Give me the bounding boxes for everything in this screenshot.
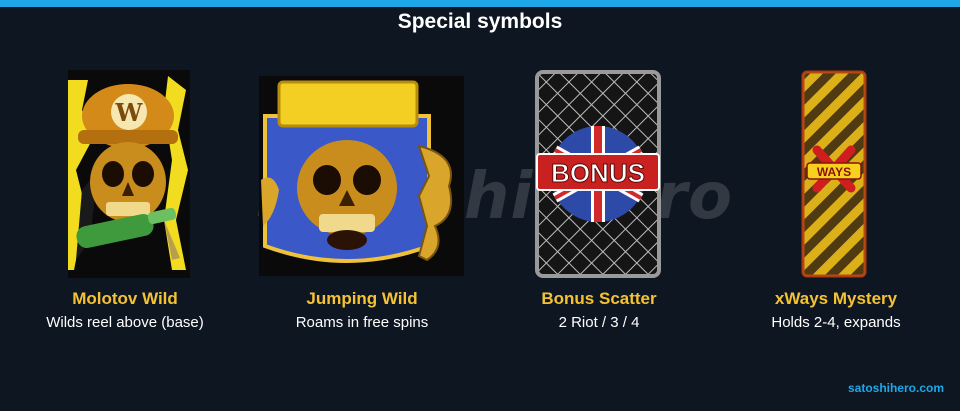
symbol-description: Roams in free spins — [295, 314, 429, 331]
page-title: Special symbols — [397, 10, 563, 33]
symbol-card-jumping-wild: Jumping Wild Roams in free spins — [242, 70, 482, 331]
symbol-description: Holds 2-4, expands — [771, 314, 901, 331]
bonus-scatter-symbol-image: BONUS — [535, 70, 661, 278]
symbol-name: Jumping Wild — [306, 289, 418, 308]
site-link[interactable]: satoshihero.com — [848, 381, 944, 395]
bonus-badge-text: BONUS — [551, 158, 645, 188]
xways-mystery-symbol-image: WAYS — [801, 70, 867, 278]
symbol-description: Wilds reel above (base) — [46, 314, 204, 331]
symbol-name: Bonus Scatter — [541, 289, 657, 308]
symbol-card-xways-mystery: WAYS xWays Mystery Holds 2-4, expands — [716, 70, 956, 331]
jumping-wild-symbol-image — [259, 76, 464, 276]
symbol-card-bonus-scatter: BONUS Bonus Scatter 2 Riot / 3 / 4 — [479, 70, 719, 331]
symbol-card-molotov-wild: W Molotov Wild Wilds reel above (base) — [5, 70, 245, 331]
symbol-description: 2 Riot / 3 / 4 — [558, 314, 640, 331]
symbol-name: xWays Mystery — [774, 289, 898, 308]
top-accent-bar — [0, 0, 960, 7]
symbol-name: Molotov Wild — [72, 289, 178, 308]
xways-badge-text: WAYS — [817, 165, 851, 179]
molotov-badge-letter: W — [115, 98, 144, 127]
molotov-wild-symbol-image: W — [68, 70, 190, 278]
